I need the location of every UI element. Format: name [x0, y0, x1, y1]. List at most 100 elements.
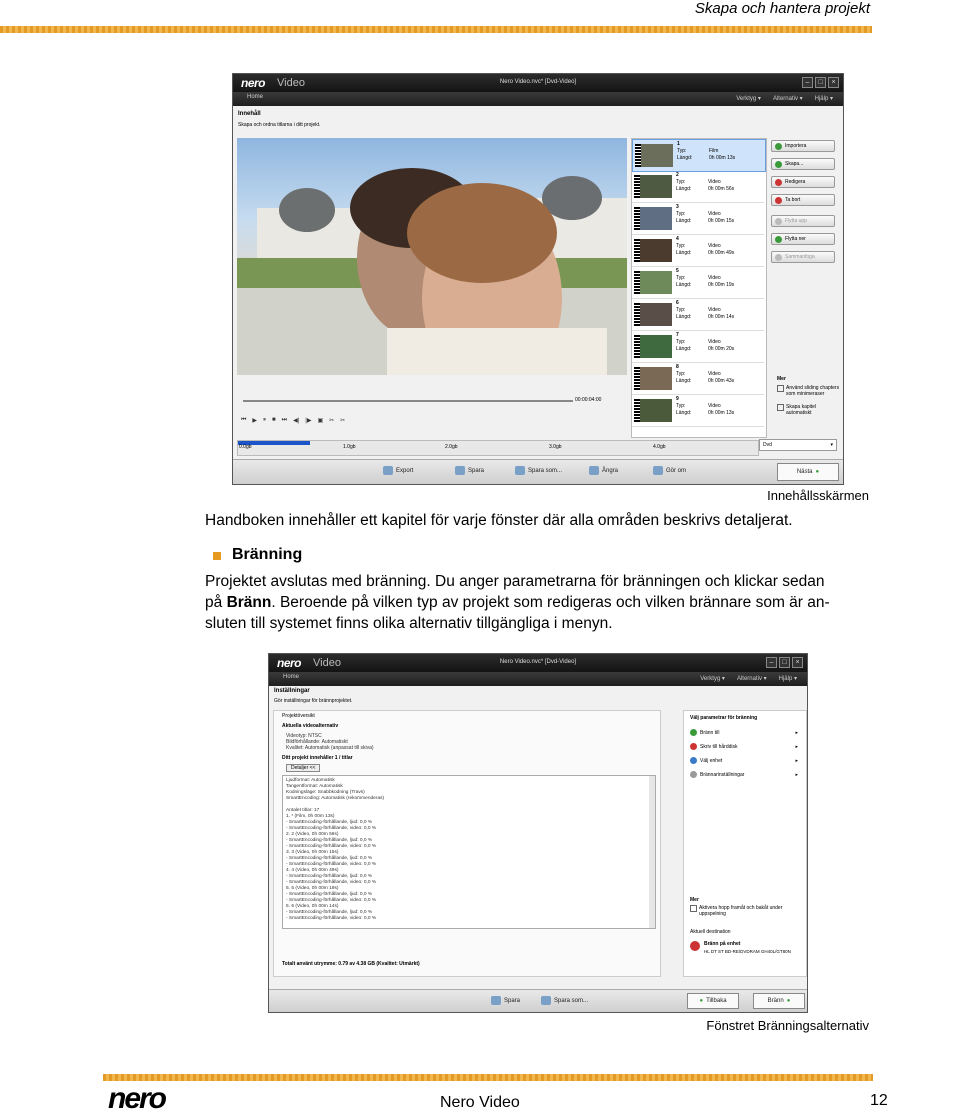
length-label: Längd:	[676, 218, 692, 224]
chapter-item[interactable]: 8 Typ: Längd: Video 0h 00m 43s	[632, 363, 764, 395]
chapter-length: 0h 00m 20s	[708, 346, 735, 352]
save-as-button-2[interactable]: Spara som...	[541, 996, 588, 1005]
chapter-length: 0h 00m 43s	[708, 378, 735, 384]
save-button[interactable]: Spara	[455, 466, 484, 475]
delete-button[interactable]: Ta bort	[771, 194, 835, 206]
overview-title: Projektöversikt	[282, 713, 315, 719]
filmstrip-icon	[634, 335, 640, 358]
seek-bar[interactable]	[243, 400, 573, 402]
undo-button[interactable]: Ångra	[589, 466, 618, 475]
scale-0: 0.0gb	[239, 444, 252, 450]
chapter-item[interactable]: 7 Typ: Längd: Video 0h 00m 20s	[632, 331, 764, 363]
cut-icon[interactable]: ✂	[329, 417, 334, 424]
menu-verktyg-2[interactable]: Verktyg ▾	[700, 675, 725, 682]
move-up-button[interactable]: Flytta upp	[771, 215, 835, 227]
type-label: Typ:	[676, 339, 686, 345]
window-controls-2: – □ ×	[766, 657, 803, 668]
overview-panel: Projektöversikt Aktuella videoalternativ…	[273, 710, 661, 977]
import-button[interactable]: Importera	[771, 140, 835, 152]
chapter-item[interactable]: 9 Typ: Längd: Video 0h 00m 13s	[632, 395, 764, 427]
skip-forward-icon[interactable]: ⏭	[282, 417, 287, 424]
bottom-toolbar-2: Spara Spara som... ● Tillbaka Bränn ●	[269, 989, 807, 1012]
skip-checkbox[interactable]: Aktivera hopp framåt och bakåt under upp…	[690, 905, 798, 917]
redo-button[interactable]: Gör om	[653, 466, 686, 475]
chapter-number: 7	[676, 332, 679, 338]
chapter-length: 0h 00m 19s	[708, 282, 735, 288]
burn-button[interactable]: Bränn ●	[753, 993, 805, 1009]
details-line: 2. 2 (Video, 0h 00m 56s)	[286, 832, 339, 837]
length-label: Längd:	[676, 282, 692, 288]
merge-button[interactable]: Sammanfoga	[771, 251, 835, 263]
chapter-length: 0h 00m 56s	[708, 186, 735, 192]
maximize-icon[interactable]: □	[779, 657, 790, 668]
save-button-2[interactable]: Spara	[491, 996, 520, 1005]
minimize-icon[interactable]: –	[766, 657, 777, 668]
filmstrip-icon	[634, 175, 640, 198]
pause-icon[interactable]: ⏸	[263, 417, 266, 424]
menu-item-burner-settings[interactable]: Brännarinställningar ▸	[690, 771, 798, 778]
burn-term: Bränn	[226, 594, 272, 611]
footer-title: Nero Video	[440, 1094, 520, 1111]
menu-alternativ-2[interactable]: Alternativ ▾	[737, 675, 767, 682]
chapter-length: 0h 00m 49s	[708, 250, 735, 256]
create-button[interactable]: Skapa...	[771, 158, 835, 170]
format-select[interactable]: Dvd ▾	[759, 439, 837, 451]
menu-verktyg[interactable]: Verktyg ▾	[736, 95, 761, 102]
details-line: - SmartEncoding-förhållande, ljud: 0,0 %	[286, 856, 373, 861]
close-icon[interactable]: ×	[792, 657, 803, 668]
length-label: Längd:	[676, 378, 692, 384]
check-auto-chapters[interactable]: Skapa kapitel automatiskt	[777, 404, 841, 416]
split-icon[interactable]: ✂	[340, 417, 345, 424]
next-button[interactable]: Nästa ●	[777, 463, 839, 481]
details-line: - SmartEncoding-förhållande, video: 0,0 …	[286, 916, 377, 921]
chapter-type: Video	[708, 211, 721, 217]
close-icon[interactable]: ×	[828, 77, 839, 88]
disc-icon	[690, 941, 700, 951]
chapter-item[interactable]: 5 Typ: Längd: Video 0h 00m 19s	[632, 267, 764, 299]
stop-icon[interactable]: ■	[272, 417, 276, 424]
check-sliding[interactable]: Använd sliding chapters som minimeraser	[777, 385, 841, 397]
move-down-button[interactable]: Flytta ner	[771, 233, 835, 245]
menu-hjalp[interactable]: Hjälp ▾	[815, 95, 833, 102]
scale-4: 4.0gb	[653, 444, 666, 450]
type-label: Typ:	[676, 403, 686, 409]
snapshot-icon[interactable]: ▣	[317, 417, 323, 424]
step-forward-icon[interactable]: |▶	[305, 417, 311, 424]
chapter-number: 8	[676, 364, 679, 370]
back-button[interactable]: ● Tillbaka	[687, 993, 739, 1009]
edit-button[interactable]: Redigera	[771, 176, 835, 188]
menu-item-harddisk[interactable]: Skriv till hårddisk ▸	[690, 743, 798, 750]
caption-content-screen: Innehållsskärmen	[767, 488, 869, 503]
export-button[interactable]: Export	[383, 466, 413, 475]
menu-hjalp-2[interactable]: Hjälp ▾	[779, 675, 797, 682]
menu-item-burn[interactable]: Bränn till ▸	[690, 729, 798, 736]
details-line: - SmartEncoding-förhållande, ljud: 0,0 %	[286, 892, 373, 897]
skip-back-icon[interactable]: ⏮	[241, 417, 246, 424]
step-back-icon[interactable]: ◀|	[293, 417, 299, 424]
save-as-button[interactable]: Spara som...	[515, 466, 562, 475]
play-icon[interactable]: ▶	[252, 417, 257, 424]
menu-title: Välj parametrar för bränning	[690, 715, 758, 721]
chapter-item[interactable]: 4 Typ: Längd: Video 0h 00m 49s	[632, 235, 764, 267]
details-list[interactable]: Ljudformat: Automatisk Tangentformat: Aut…	[282, 775, 656, 929]
chapter-type: Video	[708, 243, 721, 249]
maximize-icon[interactable]: □	[815, 77, 826, 88]
menu-alternativ[interactable]: Alternativ ▾	[773, 95, 803, 102]
filmstrip-icon	[634, 239, 640, 262]
section-title-2: Inställningar	[274, 688, 310, 694]
chapter-type: Video	[708, 371, 721, 377]
details-line: - SmartEncoding-förhållande, video: 0,0 …	[286, 880, 377, 885]
chapter-item[interactable]: 3 Typ: Längd: Video 0h 00m 15s	[632, 203, 764, 235]
details-line: - SmartEncoding-förhållande, video: 0,0 …	[286, 898, 377, 903]
chapter-item[interactable]: 2 Typ: Längd: Video 0h 00m 56s	[632, 171, 764, 203]
details-button[interactable]: Detaljer <<	[286, 764, 321, 772]
home-button-2[interactable]: Home	[283, 674, 299, 680]
bullet-icon	[213, 552, 221, 560]
scrollbar[interactable]	[649, 776, 655, 928]
length-label: Längd:	[676, 186, 692, 192]
minimize-icon[interactable]: –	[802, 77, 813, 88]
chapter-item[interactable]: 1 Typ: Längd: Film 0h 00m 13s	[632, 139, 766, 172]
home-button[interactable]: Home	[247, 94, 263, 100]
chapter-item[interactable]: 6 Typ: Längd: Video 0h 00m 14s	[632, 299, 764, 331]
menu-item-device[interactable]: Välj enhet ▸	[690, 757, 798, 764]
